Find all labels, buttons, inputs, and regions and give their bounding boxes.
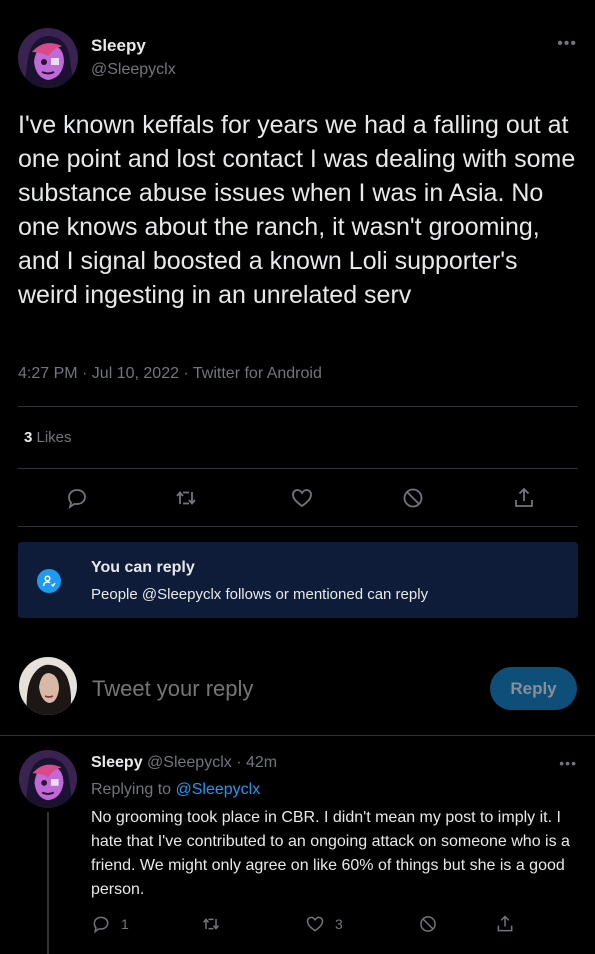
reply-icon — [93, 916, 109, 934]
author-avatar[interactable] — [18, 28, 78, 88]
tweet-action-bar — [18, 470, 578, 526]
likes-label: Likes — [32, 429, 72, 446]
tweet-timestamp-source[interactable]: 4:27 PM · Jul 10, 2022 · Twitter for And… — [18, 365, 322, 383]
retweet-icon — [202, 918, 220, 930]
heart-icon — [306, 916, 324, 932]
reply-retweet-action[interactable] — [201, 914, 221, 934]
reply-header: Sleepy @Sleepyclx · 42m — [91, 754, 277, 772]
author-name[interactable]: Sleepy — [91, 36, 146, 56]
reply-handle-time[interactable]: @Sleepyclx · 42m — [143, 754, 277, 771]
retweet-icon[interactable] — [172, 484, 200, 512]
thread-line — [47, 812, 49, 954]
reply-like-action[interactable]: 3 — [305, 914, 343, 934]
divider — [18, 526, 578, 527]
reply-restriction-banner: You can reply People @Sleepyclx follows … — [18, 542, 578, 618]
replying-to: Replying to @Sleepyclx — [91, 781, 260, 799]
current-user-avatar[interactable] — [19, 657, 77, 715]
divider — [0, 735, 595, 736]
share-icon — [497, 915, 513, 932]
reply-block-action[interactable] — [418, 914, 438, 934]
reply-author-name[interactable]: Sleepy — [91, 754, 143, 771]
block-icon — [420, 916, 436, 932]
mention-person-icon — [37, 569, 61, 593]
author-handle[interactable]: @Sleepyclx — [91, 61, 176, 79]
reply-author-avatar[interactable] — [19, 750, 77, 808]
reply-share-action[interactable] — [495, 914, 515, 934]
reply-more-icon[interactable]: ••• — [559, 755, 577, 771]
divider — [18, 406, 578, 407]
banner-subtitle: People @Sleepyclx follows or mentioned c… — [91, 586, 429, 603]
more-options-icon[interactable]: ••• — [557, 36, 577, 52]
reply-input[interactable] — [92, 676, 452, 702]
replying-to-mention[interactable]: @Sleepyclx — [176, 781, 261, 798]
reply-icon[interactable] — [63, 484, 91, 512]
block-icon[interactable] — [399, 484, 427, 512]
reply-action-bar: 1 3 — [91, 912, 571, 940]
heart-icon[interactable] — [288, 484, 316, 512]
like-count: 3 — [335, 916, 343, 932]
replying-to-prefix: Replying to — [91, 781, 176, 798]
share-icon[interactable] — [510, 484, 538, 512]
reply-button[interactable]: Reply — [490, 667, 577, 710]
likes-count[interactable]: 3 Likes — [24, 429, 72, 446]
reply-count: 1 — [121, 916, 129, 932]
reply-text: No grooming took place in CBR. I didn't … — [91, 809, 570, 898]
divider — [18, 468, 578, 469]
tweet-text: I've known keffals for years we had a fa… — [18, 111, 576, 309]
banner-title: You can reply — [91, 559, 195, 576]
reply-reply-action[interactable]: 1 — [91, 914, 129, 934]
